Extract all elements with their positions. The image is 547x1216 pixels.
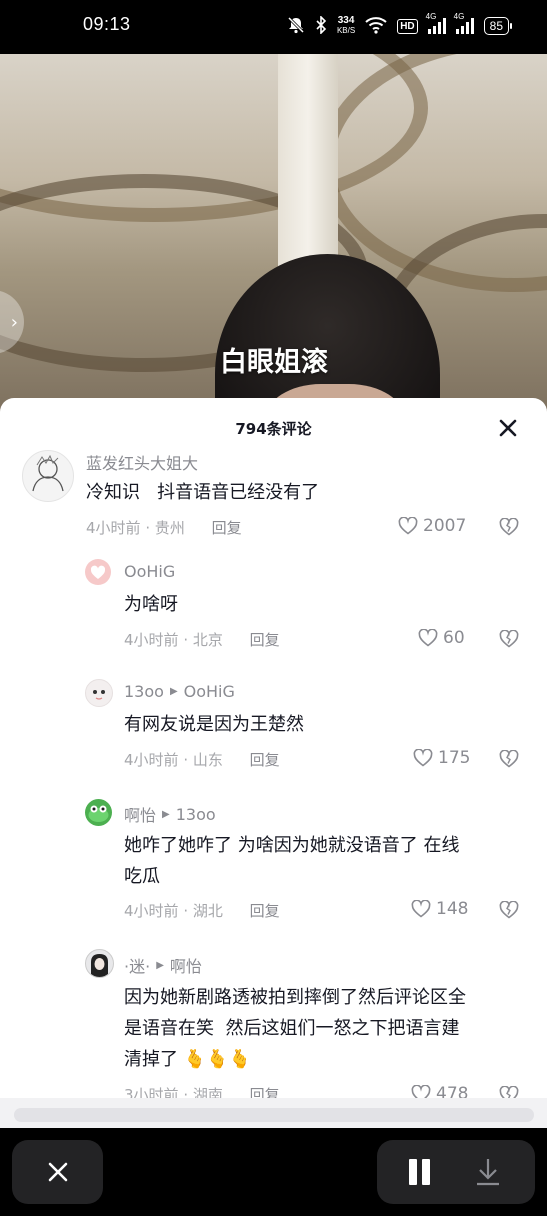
comment-text: 她咋了她咋了 为啥因为她就没语音了 在线 吃瓜 — [124, 830, 459, 892]
pause-button[interactable] — [409, 1159, 430, 1185]
dislike-button[interactable] — [499, 900, 519, 923]
reply-button[interactable]: 回复 — [250, 902, 280, 920]
comment-location: 湖北 — [192, 902, 223, 920]
reply-arrow-icon: ▶ — [169, 686, 178, 697]
heart-icon — [398, 517, 418, 535]
reply-button[interactable]: 回复 — [250, 751, 280, 769]
broken-heart-icon — [499, 900, 519, 919]
close-comments-button[interactable] — [494, 414, 522, 442]
bluetooth-icon — [315, 14, 327, 37]
comment-time: 4小时前 — [124, 751, 179, 769]
comment-time: 4小时前 — [124, 631, 179, 649]
comment-time: 4小时前 — [124, 902, 179, 920]
reply-arrow-icon: ▶ — [156, 959, 164, 971]
signal-sim2: 4G — [454, 12, 474, 34]
status-icons: 334 KB/S HD 4G 4G 85 — [287, 12, 513, 38]
download-button[interactable] — [475, 1157, 501, 1191]
comment-location: 山东 — [192, 751, 223, 769]
heart-icon — [411, 900, 431, 918]
sim2-label: 4G — [453, 12, 465, 21]
comments-panel: 794条评论 蓝发红头大姐大 冷知识 抖音语音已经没有了 4小时前 · 贵州 回… — [0, 398, 547, 1128]
net-speed-unit: KB/S — [336, 26, 356, 35]
dislike-button[interactable] — [499, 749, 519, 772]
avatar[interactable] — [85, 559, 111, 585]
reply-to-username[interactable]: OoHiG — [184, 682, 235, 701]
video-caption: 白眼姐滚 — [220, 347, 328, 378]
comment-text-line: 吃瓜 — [124, 866, 160, 887]
comment-meta: 4小时前 · 北京 回复 — [124, 631, 280, 649]
sim1-label: 4G — [425, 12, 437, 21]
heart-icon — [413, 749, 433, 767]
status-time: 09:13 — [83, 14, 131, 34]
comment-text: 有网友说是因为王楚然 — [124, 714, 304, 735]
reply-button[interactable]: 回复 — [250, 631, 280, 649]
comment-meta: 4小时前 · 湖北 回复 — [124, 902, 280, 920]
comment-username[interactable]: 啊怡 ▶ 13oo — [124, 802, 216, 826]
mute-icon — [287, 16, 305, 37]
like-button[interactable]: 2007 — [398, 516, 466, 536]
comments-count-title: 794条评论 — [235, 420, 312, 438]
close-icon — [48, 1162, 67, 1182]
reply-button[interactable]: 回复 — [212, 519, 242, 537]
reply-to-username[interactable]: 13oo — [176, 805, 216, 824]
comment-input-field[interactable] — [14, 1108, 534, 1122]
comment-text: 因为她新剧路透被拍到摔倒了然后评论区全 是语音在笑 然后这姐们一怒之下把语言建 … — [124, 982, 466, 1075]
like-count: 175 — [438, 748, 471, 768]
reply-arrow-icon: ▶ — [162, 808, 170, 820]
comment-input-bar[interactable] — [0, 1098, 547, 1128]
net-speed: 334 KB/S — [337, 16, 355, 36]
broken-heart-icon — [499, 749, 519, 768]
video-player[interactable]: 白眼姐滚 — [0, 54, 547, 414]
comment-username[interactable]: 蓝发红头大姐大 — [86, 450, 198, 474]
comment-text-line: 是语音在笑 然后这姐们一怒之下把语言建 — [124, 1018, 460, 1039]
broken-heart-icon — [499, 517, 519, 536]
close-icon — [499, 419, 517, 437]
like-count: 2007 — [423, 516, 467, 536]
avatar[interactable] — [85, 679, 113, 707]
comment-text: 为啥呀 — [124, 594, 178, 615]
signal-sim1: 4G — [426, 12, 446, 34]
chevron-right-icon: › — [10, 311, 18, 333]
avatar[interactable] — [85, 799, 112, 826]
comment-text-line: 她咋了她咋了 为啥因为她就没语音了 在线 — [124, 835, 460, 856]
battery-indicator: 85 — [483, 17, 513, 35]
wifi-icon — [365, 16, 387, 37]
comment-location: 北京 — [192, 631, 223, 649]
like-button[interactable]: 60 — [418, 628, 465, 648]
avatar[interactable] — [85, 949, 114, 978]
like-button[interactable]: 175 — [413, 748, 470, 768]
close-window-button[interactable] — [12, 1140, 103, 1204]
comment-meta: 4小时前 · 山东 回复 — [124, 751, 280, 769]
hd-badge: HD — [397, 18, 418, 34]
dislike-button[interactable] — [499, 629, 519, 652]
comment-username[interactable]: OoHiG — [124, 562, 175, 581]
comment-text-line: 因为她新剧路透被拍到摔倒了然后评论区全 — [124, 987, 466, 1008]
broken-heart-icon — [499, 629, 519, 648]
comment-meta: 4小时前 · 贵州 回复 — [86, 519, 242, 537]
pause-icon — [409, 1159, 417, 1185]
comment-username[interactable]: ·迷· ▶ 啊怡 — [124, 953, 202, 977]
media-controls — [377, 1140, 535, 1204]
comment-text: 冷知识 抖音语音已经没有了 — [86, 482, 320, 503]
download-icon — [477, 1159, 499, 1186]
net-speed-value: 334 — [337, 15, 355, 26]
heart-icon — [418, 629, 438, 647]
reply-to-username[interactable]: 啊怡 — [170, 953, 202, 977]
comment-text-line: 清掉了 🫰🫰🫰 — [124, 1049, 251, 1070]
comment-location: 贵州 — [154, 519, 185, 537]
dislike-button[interactable] — [499, 517, 519, 540]
avatar[interactable] — [22, 450, 74, 502]
like-count: 60 — [443, 628, 465, 648]
floating-window-controls — [0, 1128, 547, 1216]
like-button[interactable]: 148 — [411, 899, 468, 919]
finger-heart-emoji: 🫰🫰🫰 — [183, 1049, 251, 1070]
status-bar: 09:13 334 KB/S HD 4G 4G 85 — [0, 0, 547, 54]
comment-username[interactable]: 13oo ▶ OoHiG — [124, 682, 235, 701]
comment-time: 4小时前 — [86, 519, 141, 537]
like-count: 148 — [436, 899, 469, 919]
